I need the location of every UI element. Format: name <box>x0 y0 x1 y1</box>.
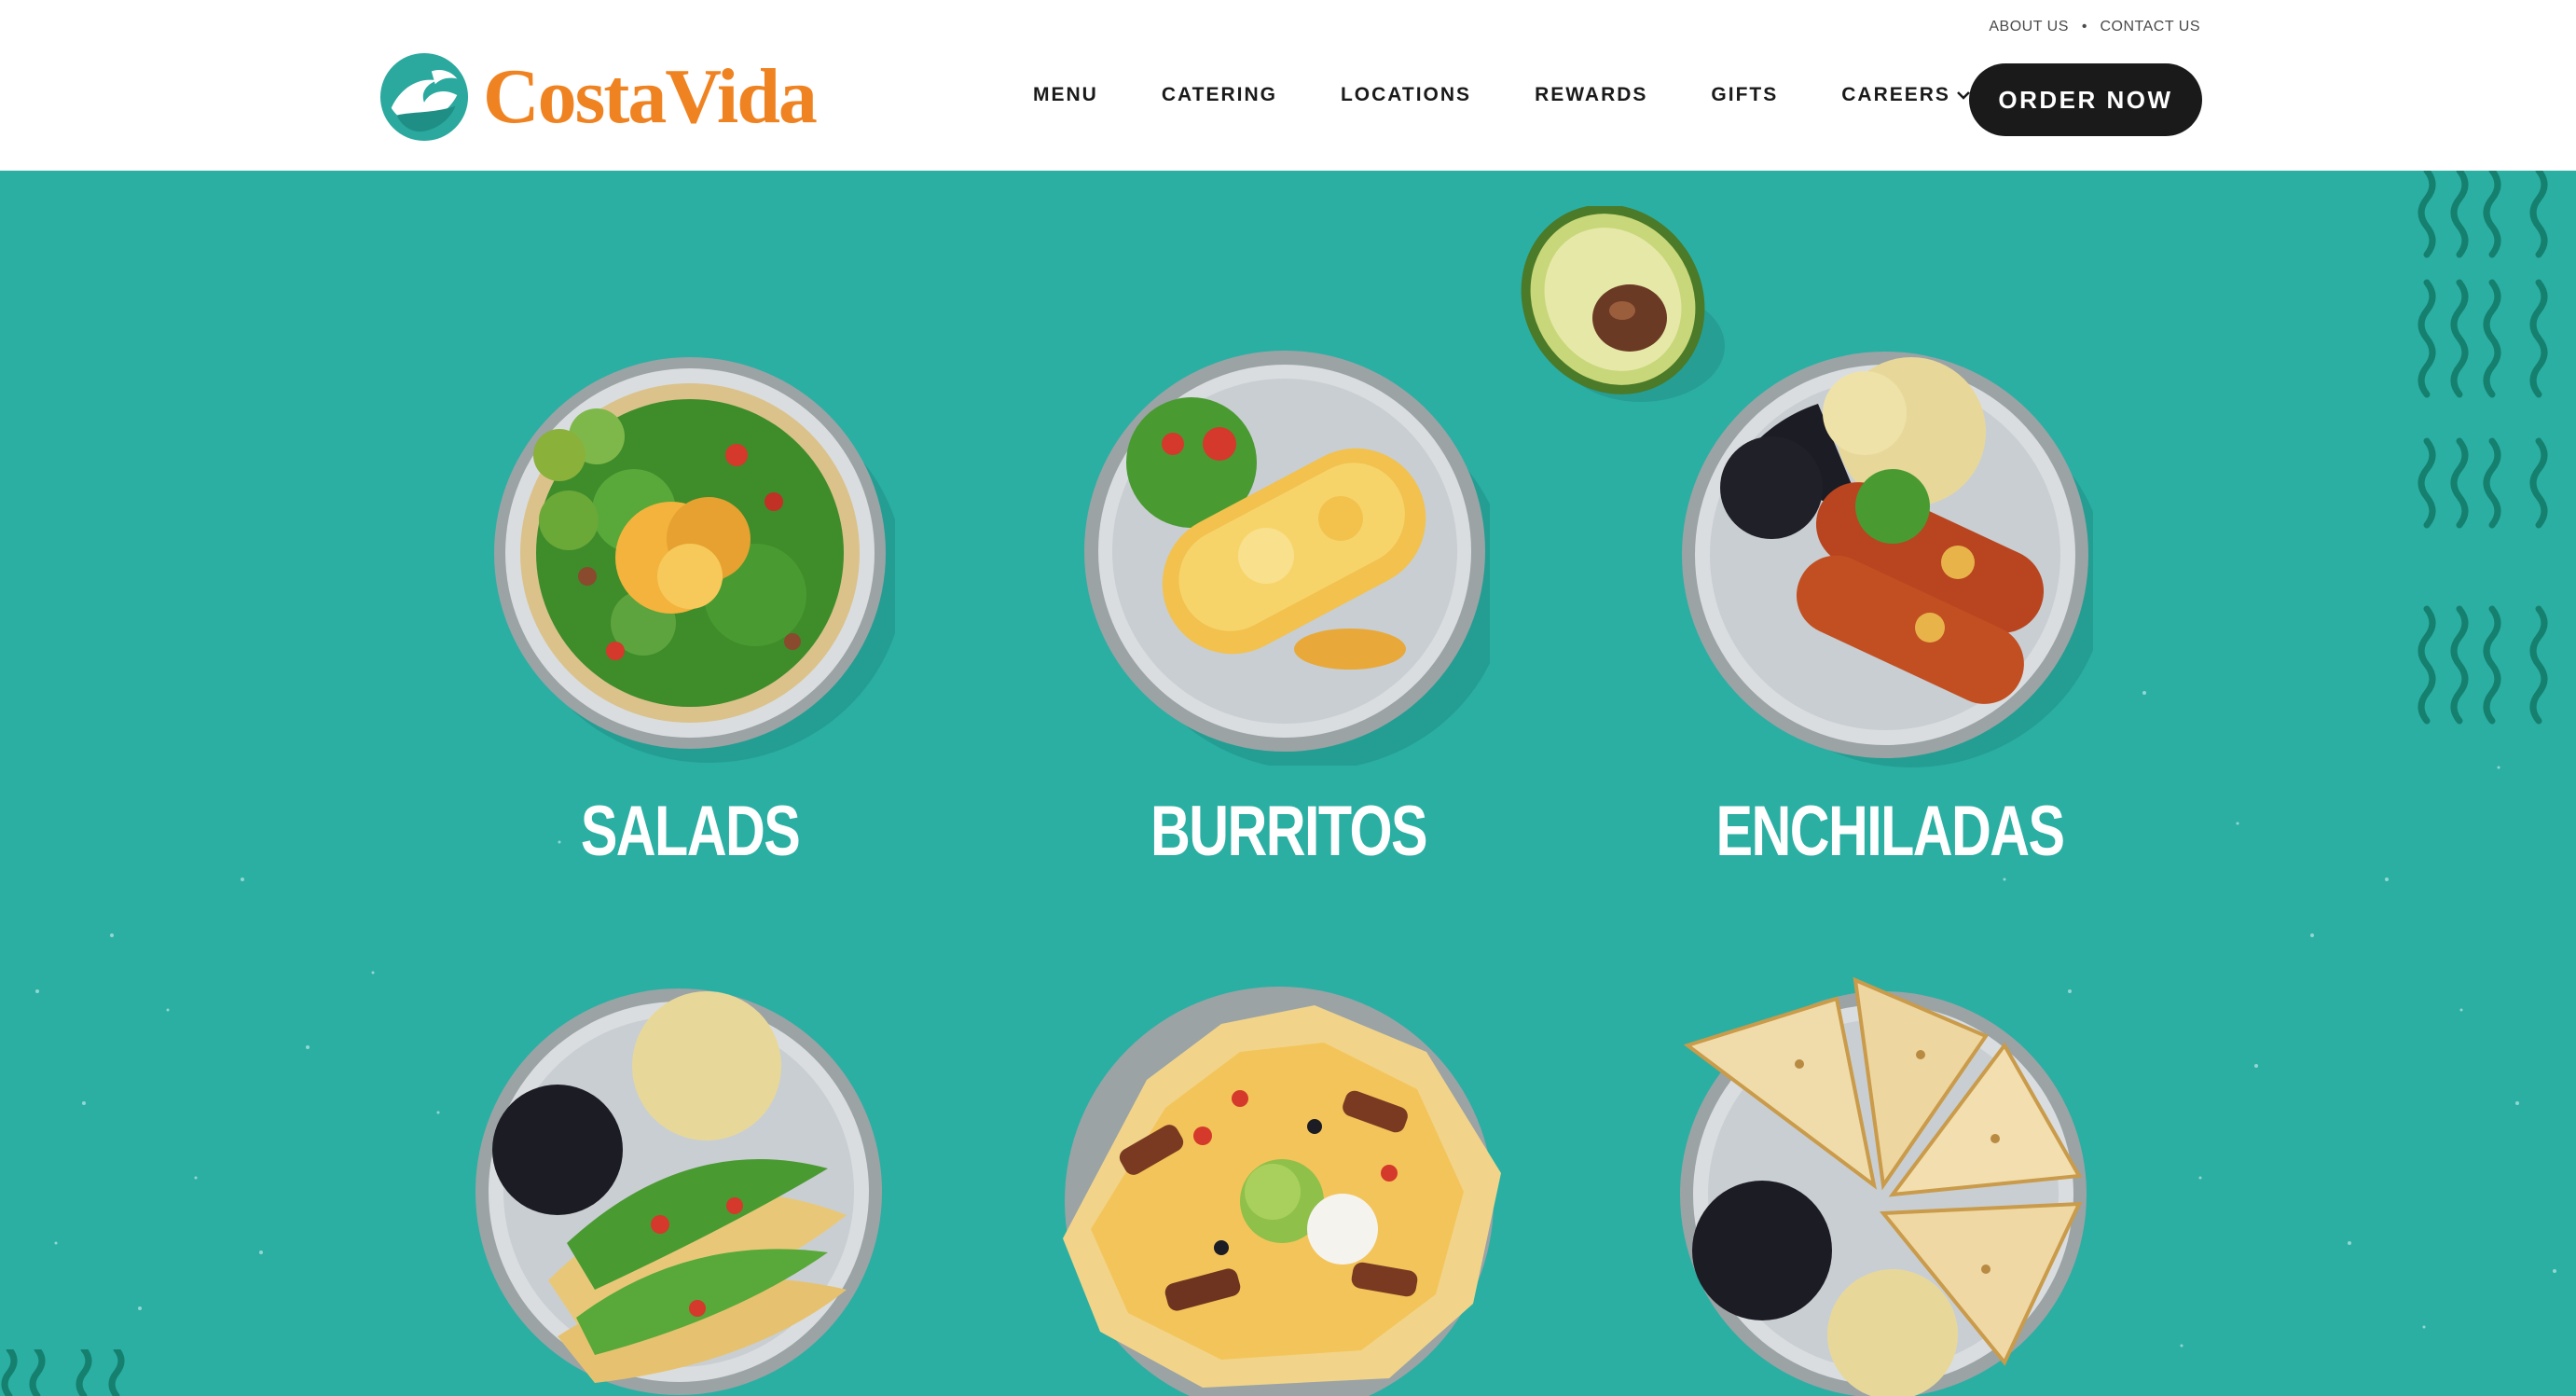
salad-plate-image <box>494 357 904 763</box>
nav-item-gifts[interactable]: GIFTS <box>1711 84 1778 106</box>
category-title-salads: SALADS <box>580 792 801 871</box>
menu-card-enchiladas[interactable] <box>1678 348 2107 767</box>
nav-item-careers[interactable]: CAREERS <box>1841 84 1971 106</box>
main-nav: MENU CATERING LOCATIONS REWARDS GIFTS CA… <box>1033 84 2034 106</box>
logo-wordmark: CostaVida <box>483 53 818 140</box>
menu-showcase: SALADS BURRITOS ENCHILADAS <box>0 171 2576 1396</box>
nav-item-careers-label: CAREERS <box>1841 84 1950 105</box>
category-title-enchiladas: ENCHILADAS <box>1715 792 2065 871</box>
menu-card-quesadillas[interactable] <box>1669 971 2098 1396</box>
order-now-button[interactable]: ORDER NOW <box>1969 63 2202 136</box>
enchilada-plate-image <box>1682 352 2107 767</box>
nav-item-locations[interactable]: LOCATIONS <box>1341 84 1471 106</box>
wave-logo-icon <box>379 52 469 142</box>
site-header: ABOUT US • CONTACT US CostaVida MENU CAT… <box>0 0 2576 171</box>
menu-card-nachos[interactable] <box>1035 968 1524 1396</box>
decorative-squiggles <box>2418 171 2548 725</box>
decorative-squiggles-bottom <box>1 1349 125 1396</box>
nav-item-menu[interactable]: MENU <box>1033 84 1098 106</box>
menu-card-burritos[interactable] <box>1080 341 1508 770</box>
about-us-link[interactable]: ABOUT US <box>1989 19 2069 35</box>
menu-card-tacos[interactable] <box>474 982 884 1396</box>
nachos-plate-image <box>1063 987 1501 1396</box>
menu-card-salads[interactable] <box>485 343 904 763</box>
separator-dot: • <box>2081 19 2087 35</box>
nav-item-rewards[interactable]: REWARDS <box>1535 84 1647 106</box>
contact-us-link[interactable]: CONTACT US <box>2100 19 2200 35</box>
taco-plate-image <box>475 988 882 1395</box>
category-title-burritos: BURRITOS <box>1150 792 1428 871</box>
burrito-plate-image <box>1084 351 1508 770</box>
utility-links: ABOUT US • CONTACT US <box>1989 19 2200 35</box>
logo-link[interactable]: CostaVida <box>379 50 818 144</box>
nav-item-catering[interactable]: CATERING <box>1162 84 1277 106</box>
quesadilla-plate-image <box>1680 976 2087 1396</box>
